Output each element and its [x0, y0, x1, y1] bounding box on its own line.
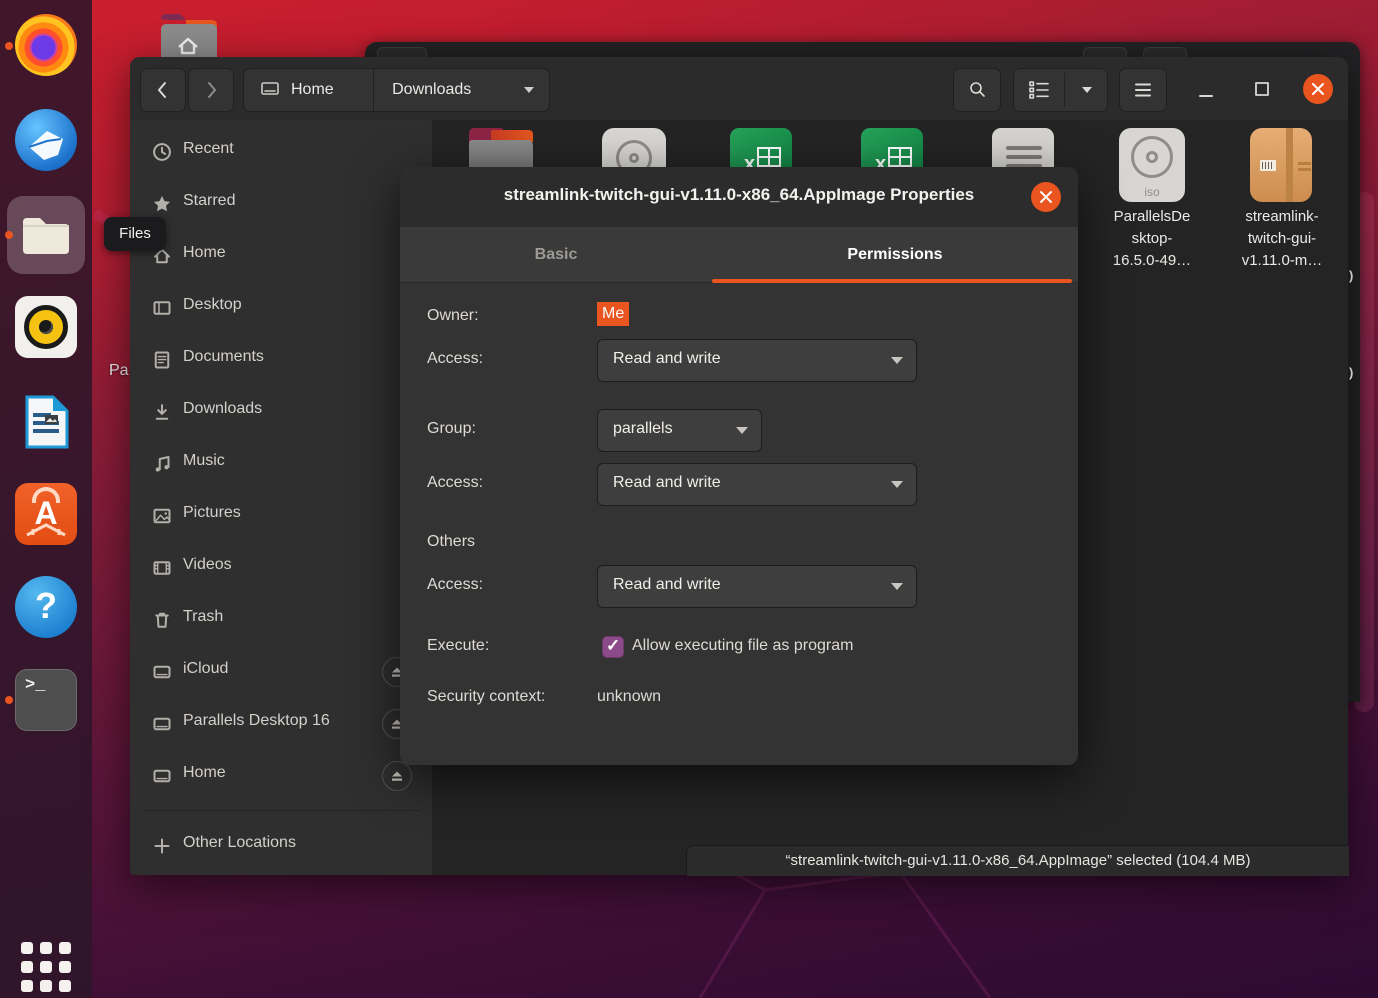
- window-close-button[interactable]: [1303, 74, 1333, 104]
- active-tab-indicator: [712, 279, 1072, 283]
- others-access-label: Access:: [427, 576, 483, 594]
- chevron-down-icon: [891, 481, 903, 488]
- execute-checkbox[interactable]: [602, 636, 624, 658]
- clipped-desktop-icon-label: Pa: [109, 362, 129, 380]
- sidebar-item-home-drive[interactable]: Home: [130, 750, 432, 802]
- tab-basic[interactable]: Basic: [400, 227, 712, 283]
- headerbar: Home Downloads: [130, 57, 1348, 121]
- group-access-label: Access:: [427, 474, 483, 492]
- libreoffice-writer-icon[interactable]: [15, 391, 77, 453]
- sidebar-item-other-locations[interactable]: Other Locations: [130, 820, 432, 872]
- search-button[interactable]: [953, 68, 1001, 112]
- dialog-tab-bar: Basic Permissions: [400, 227, 1078, 283]
- menu-button[interactable]: [1119, 68, 1167, 112]
- desktop-wallpaper-pattern: [560, 860, 1060, 998]
- running-indicator: [5, 42, 13, 50]
- firefox-icon[interactable]: [15, 14, 77, 76]
- sidebar-item-starred[interactable]: Starred: [130, 178, 432, 230]
- appimage-file-icon[interactable]: [1250, 128, 1312, 202]
- sidebar-separator: [142, 810, 420, 811]
- sidebar-item-icloud[interactable]: iCloud: [130, 646, 432, 698]
- running-indicator: [5, 696, 13, 704]
- sidebar-item-downloads[interactable]: Downloads: [130, 386, 432, 438]
- selection-status-text: “streamlink-twitch-gui-v1.11.0-x86_64.Ap…: [786, 852, 1251, 869]
- back-button[interactable]: [140, 68, 186, 112]
- owner-label: Owner:: [427, 307, 479, 325]
- sidebar-item-pictures[interactable]: Pictures: [130, 490, 432, 542]
- eject-icon[interactable]: [382, 761, 412, 791]
- path-home-label: Home: [291, 81, 334, 99]
- group-access-dropdown[interactable]: Read and write: [597, 463, 917, 506]
- sidebar-item-parallels-desktop[interactable]: Parallels Desktop 16: [130, 698, 432, 750]
- sidebar-item-desktop[interactable]: Desktop: [130, 282, 432, 334]
- dock-tooltip: Files: [104, 217, 166, 251]
- group-dropdown[interactable]: parallels: [597, 409, 762, 452]
- sidebar-item-documents[interactable]: Documents: [130, 334, 432, 386]
- minimize-button[interactable]: [1188, 67, 1224, 111]
- iso-file-icon[interactable]: iso: [1119, 128, 1185, 202]
- help-icon[interactable]: ?: [15, 576, 77, 638]
- list-view-button[interactable]: [1014, 69, 1064, 111]
- security-context-label: Security context:: [427, 688, 545, 706]
- path-home-button[interactable]: Home: [244, 69, 373, 111]
- show-applications-icon[interactable]: [21, 942, 71, 992]
- running-indicator: [5, 231, 13, 239]
- terminal-icon[interactable]: >_: [15, 669, 77, 731]
- statusbar: “streamlink-twitch-gui-v1.11.0-x86_64.Ap…: [686, 845, 1349, 876]
- file-label[interactable]: ParallelsDe sktop- 16.5.0-49…: [1086, 206, 1218, 272]
- maximize-button[interactable]: [1244, 67, 1280, 111]
- path-current-button[interactable]: Downloads: [374, 69, 549, 111]
- properties-dialog: streamlink-twitch-gui-v1.11.0-x86_64.App…: [400, 167, 1078, 765]
- ubuntu-software-icon[interactable]: A: [15, 483, 77, 545]
- dock: A ? >_: [0, 0, 92, 998]
- owner-access-label: Access:: [427, 350, 483, 368]
- group-label: Group:: [427, 420, 476, 438]
- dialog-titlebar: streamlink-twitch-gui-v1.11.0-x86_64.App…: [400, 167, 1078, 228]
- view-options-dropdown[interactable]: [1065, 69, 1108, 111]
- clipped-desktop-glyph: ): [1349, 365, 1353, 380]
- sidebar-item-music[interactable]: Music: [130, 438, 432, 490]
- sidebar-item-recent[interactable]: Recent: [130, 126, 432, 178]
- chevron-down-icon: [891, 583, 903, 590]
- sidebar: Recent Starred Home Desktop Documents Do…: [130, 120, 433, 875]
- sidebar-item-videos[interactable]: Videos: [130, 542, 432, 594]
- sidebar-item-home[interactable]: Home: [130, 230, 432, 282]
- dialog-title: streamlink-twitch-gui-v1.11.0-x86_64.App…: [400, 185, 1078, 205]
- owner-value[interactable]: Me: [597, 302, 629, 326]
- thunderbird-icon[interactable]: [15, 109, 77, 171]
- forward-button[interactable]: [188, 68, 234, 112]
- tab-permissions[interactable]: Permissions: [712, 227, 1078, 283]
- chevron-down-icon: [736, 427, 748, 434]
- dialog-close-button[interactable]: [1031, 182, 1061, 212]
- file-label[interactable]: streamlink- twitch-gui- v1.11.0-m…: [1216, 206, 1348, 272]
- desktop: ) ) Pa: [0, 0, 1378, 998]
- path-bar: Home Downloads: [243, 68, 550, 112]
- clipped-desktop-glyph: ): [1349, 268, 1353, 283]
- owner-access-dropdown[interactable]: Read and write: [597, 339, 917, 382]
- view-toggle-group: [1013, 68, 1108, 112]
- others-label: Others: [427, 533, 475, 551]
- others-access-dropdown[interactable]: Read and write: [597, 565, 917, 608]
- sidebar-item-trash[interactable]: Trash: [130, 594, 432, 646]
- execute-label: Execute:: [427, 637, 489, 655]
- files-icon[interactable]: [15, 204, 77, 266]
- rhythmbox-icon[interactable]: [15, 296, 77, 358]
- chevron-down-icon: [891, 357, 903, 364]
- path-current-label: Downloads: [392, 81, 471, 99]
- execute-checkbox-label[interactable]: Allow executing file as program: [632, 637, 853, 655]
- security-context-value: unknown: [597, 688, 661, 706]
